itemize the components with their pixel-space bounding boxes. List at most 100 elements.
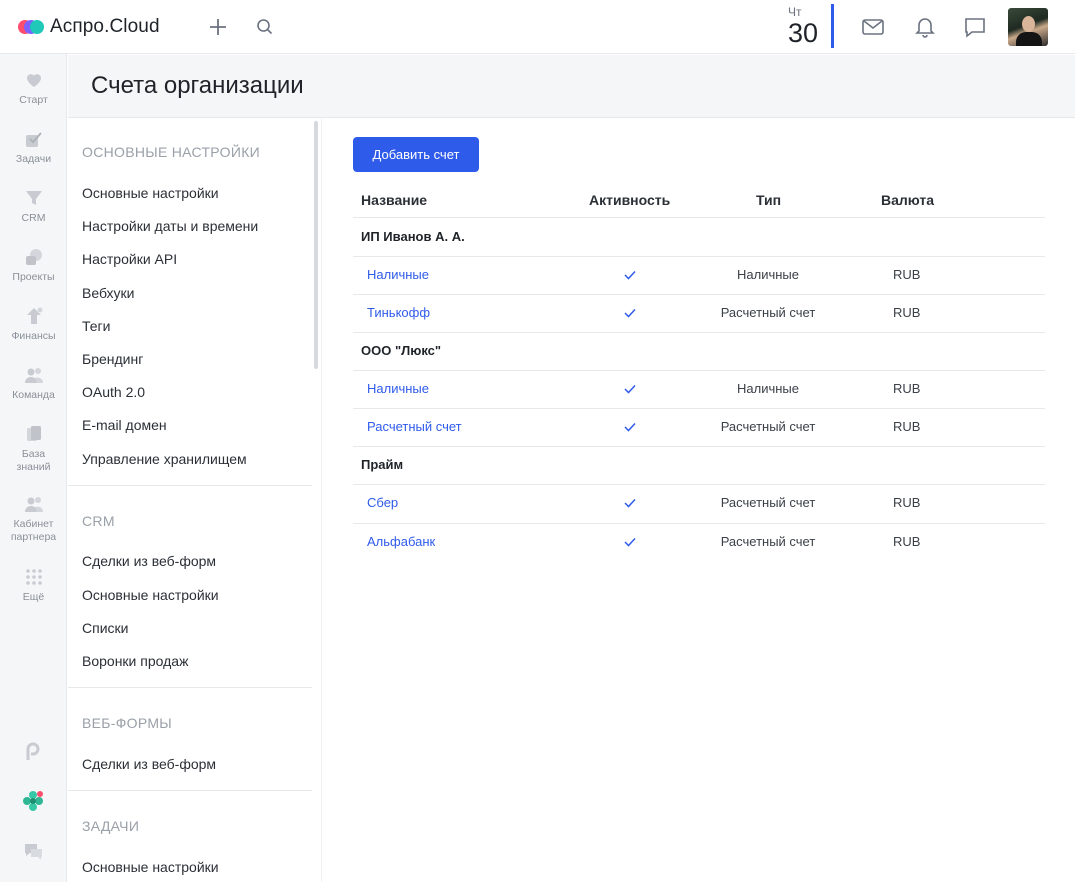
rail-item-label: База знаний	[16, 448, 51, 473]
account-name-link[interactable]: Сбер	[367, 495, 398, 510]
column-header-type: Тип	[756, 192, 782, 208]
nav-item[interactable]: Управление хранилищем	[82, 451, 247, 467]
logo[interactable]: Аспро.Cloud	[18, 16, 160, 38]
nav-section-title: CRM	[82, 513, 115, 529]
check-icon	[624, 308, 636, 318]
avatar[interactable]	[1008, 8, 1048, 46]
account-currency: RUB	[893, 305, 921, 320]
account-name-link[interactable]: Тинькофф	[367, 305, 430, 320]
bell-icon[interactable]	[912, 14, 938, 40]
page-header: Счета организации	[68, 55, 1075, 118]
check-icon	[624, 270, 636, 280]
account-type: Расчетный счет	[720, 534, 816, 549]
rail-item-label: Команда	[12, 389, 55, 401]
nav-item[interactable]: Сделки из веб-форм	[82, 553, 216, 569]
rail-item-label: Проекты	[12, 271, 55, 283]
calendar-date[interactable]: Чт 30	[786, 4, 834, 48]
feedback-icon[interactable]	[22, 840, 44, 862]
date-day-number: 30	[788, 18, 819, 48]
logo-mark-icon	[18, 16, 44, 38]
nav-item[interactable]: Теги	[82, 318, 110, 334]
rail-item-label: Старт	[19, 94, 48, 106]
account-type: Наличные	[737, 381, 799, 396]
funnel-icon	[25, 191, 42, 205]
table-divider	[353, 408, 1045, 409]
finance-icon	[26, 307, 42, 324]
table-divider	[353, 446, 1045, 447]
heart-icon	[26, 74, 41, 87]
rail-item-partner[interactable]: Кабинет партнера	[0, 494, 67, 544]
column-header-activity: Активность	[589, 192, 671, 208]
nav-section-title: ОСНОВНЫЕ НАСТРОЙКИ	[82, 144, 261, 160]
nav-item[interactable]: Настройки API	[82, 251, 177, 267]
nav-item[interactable]: Основные настройки	[82, 859, 219, 875]
nav-item[interactable]: Воронки продаж	[82, 653, 188, 669]
nav-item[interactable]: Брендинг	[82, 351, 143, 367]
account-currency: RUB	[893, 267, 921, 282]
add-icon[interactable]	[205, 14, 231, 40]
mail-icon[interactable]	[860, 14, 886, 40]
nav-item[interactable]: Списки	[82, 620, 128, 636]
account-currency: RUB	[893, 419, 921, 434]
date-day-of-week: Чт	[788, 5, 802, 19]
account-currency: RUB	[893, 381, 921, 396]
rail-item-team[interactable]: Команда	[0, 365, 67, 402]
check-icon	[624, 422, 636, 432]
nav-item[interactable]: E-mail домен	[82, 417, 167, 433]
nav-divider	[68, 485, 312, 486]
nav-item[interactable]: Вебхуки	[82, 285, 134, 301]
main-content: Добавить счет Название Активность Тип Ва…	[321, 119, 1075, 882]
account-name-link[interactable]: Альфабанк	[367, 534, 435, 549]
team-icon	[24, 368, 43, 383]
rail-item-finance[interactable]: Финансы	[0, 306, 67, 343]
group-name: Прайм	[361, 457, 404, 472]
nav-item[interactable]: Основные настройки	[82, 185, 219, 201]
chat-icon[interactable]	[962, 14, 988, 40]
table-divider	[353, 523, 1045, 524]
grid-icon	[25, 569, 42, 585]
nav-section-title: ВЕБ-ФОРМЫ	[82, 715, 172, 731]
rail-item-label: CRM	[21, 212, 46, 224]
nav-divider	[68, 687, 312, 688]
nav-item[interactable]: Основные настройки	[82, 587, 219, 603]
check-icon	[624, 384, 636, 394]
rail-item-projects[interactable]: Проекты	[0, 247, 67, 284]
account-name-link[interactable]: Наличные	[367, 381, 429, 396]
account-name-link[interactable]: Наличные	[367, 267, 429, 282]
rail-item-crm[interactable]: CRM	[0, 188, 67, 225]
top-bar: Аспро.Cloud Чт 30	[0, 0, 1075, 54]
account-name-link[interactable]: Расчетный счет	[367, 419, 462, 434]
nav-item[interactable]: OAuth 2.0	[82, 384, 145, 400]
table-divider	[353, 217, 1045, 218]
page-title: Счета организации	[91, 72, 304, 99]
rail-item-label: Задачи	[15, 153, 52, 165]
partner-icon	[24, 497, 43, 512]
search-icon[interactable]	[252, 14, 278, 40]
settings-nav-scrollbar[interactable]	[314, 121, 318, 369]
check-icon	[624, 498, 636, 508]
rail-item-knowledge-base[interactable]: База знаний	[0, 424, 67, 474]
nav-divider	[68, 790, 312, 791]
check-icon	[25, 132, 42, 147]
rail-item-start[interactable]: Старт	[0, 70, 67, 107]
add-account-button[interactable]: Добавить счет	[353, 137, 479, 172]
check-icon	[624, 537, 636, 547]
account-currency: RUB	[893, 534, 921, 549]
table-divider	[353, 332, 1045, 333]
table-divider	[353, 484, 1045, 485]
nav-item[interactable]: Сделки из веб-форм	[82, 756, 216, 772]
rail-item-label: Кабинет партнера	[10, 518, 57, 543]
group-name: ООО "Люкс"	[361, 343, 442, 358]
nav-section-title: ЗАДАЧИ	[82, 818, 140, 834]
group-name: ИП Иванов А. А.	[361, 229, 465, 244]
table-divider	[353, 370, 1045, 371]
nav-item[interactable]: Настройки даты и времени	[82, 218, 258, 234]
table-divider	[353, 256, 1045, 257]
rail-item-label: Финансы	[11, 330, 56, 342]
flower-icon[interactable]	[22, 790, 44, 812]
brand-name: Аспро.Cloud	[50, 16, 160, 37]
rail-item-tasks[interactable]: Задачи	[0, 129, 67, 166]
account-type: Расчетный счет	[720, 305, 816, 320]
help-icon[interactable]	[22, 740, 44, 762]
rail-item-more[interactable]: Ещё	[0, 567, 67, 604]
